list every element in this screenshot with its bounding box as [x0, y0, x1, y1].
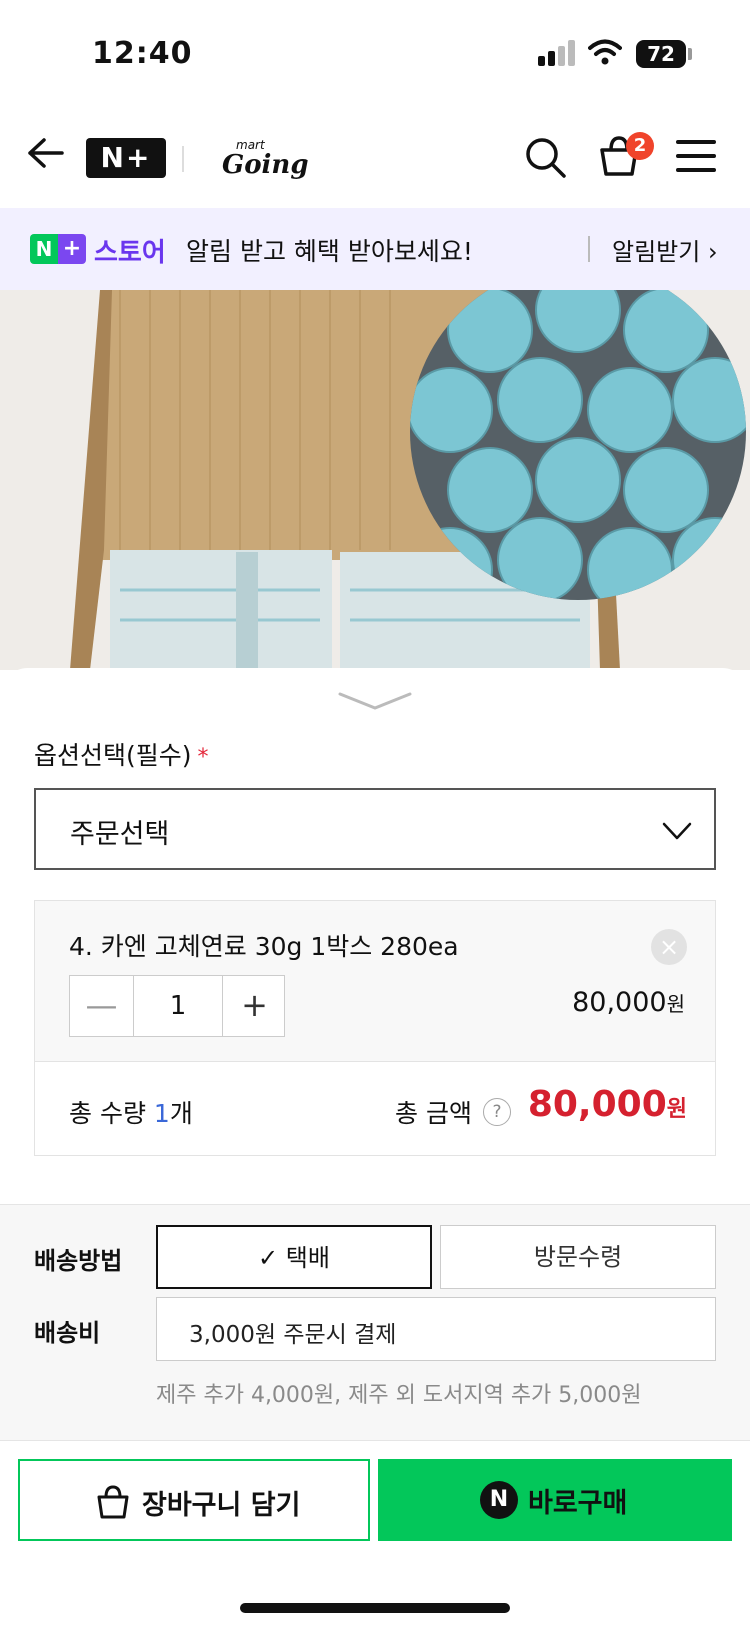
- total-amount-label: 총 금액: [395, 1099, 472, 1128]
- add-to-cart-button[interactable]: 장바구니 담기: [18, 1459, 370, 1541]
- nplus-badge-plus: +: [58, 234, 86, 264]
- delivery-section: 배송방법 ✓ 택배 방문수령 배송비 3,000원 주문시 결제 제주 추가 4…: [0, 1204, 750, 1440]
- option-label-text: 옵션선택(필수): [34, 741, 192, 770]
- battery-tip: [688, 48, 692, 60]
- option-price: 80,000원: [572, 987, 685, 1018]
- battery-icon: 72: [636, 40, 686, 68]
- delivery-fee-box: 3,000원 주문시 결제: [156, 1297, 716, 1361]
- total-quantity: 총 수량 1개: [69, 1094, 193, 1130]
- delivery-method-parcel[interactable]: ✓ 택배: [156, 1225, 432, 1289]
- buy-now-button[interactable]: N 바로구매: [378, 1459, 732, 1541]
- option-label: 옵션선택(필수) *: [34, 736, 209, 772]
- option-select-value: 주문선택: [70, 819, 170, 850]
- nplus-badge-n: N: [30, 234, 58, 264]
- total-amount-value: 80,000: [527, 1084, 667, 1125]
- store-logo-text: Going: [222, 150, 309, 180]
- delivery-method-label: 배송방법: [34, 1247, 123, 1275]
- home-indicator[interactable]: [240, 1603, 510, 1613]
- app-header: N+ mart Going 2: [0, 110, 750, 208]
- naver-pay-icon: N: [480, 1481, 518, 1519]
- header-divider: [182, 146, 184, 172]
- shopping-bag-icon: [97, 1485, 129, 1519]
- buy-now-label: 바로구매: [528, 1488, 628, 1519]
- option-sheet: 옵션선택(필수) * 주문선택 4. 카엔 고체연료 30g 1박스 280ea …: [0, 668, 750, 1188]
- wifi-icon: [588, 39, 622, 65]
- order-total-row: 총 수량 1개 총 금액 ? 80,000원: [35, 1061, 715, 1155]
- quantity-stepper: — 1 +: [69, 975, 285, 1037]
- selected-option-name: 4. 카엔 고체연료 30g 1박스 280ea: [69, 932, 459, 961]
- back-arrow-icon[interactable]: [24, 132, 66, 174]
- quantity-value[interactable]: 1: [134, 976, 222, 1036]
- delivery-fee-value: 3,000원 주문시 결제: [189, 1322, 397, 1348]
- hamburger-menu-icon[interactable]: [676, 140, 716, 172]
- nplus-badge-icon: N +: [30, 234, 86, 264]
- increase-quantity-button[interactable]: +: [222, 976, 286, 1036]
- selected-option-card: 4. 카엔 고체연료 30g 1박스 280ea × — 1 + 80,000원…: [34, 900, 716, 1156]
- nplus-logo[interactable]: N+: [86, 138, 166, 178]
- store-word: 스토어: [94, 238, 166, 268]
- add-to-cart-label: 장바구니 담기: [142, 1490, 301, 1521]
- bottom-action-bar: 장바구니 담기 N 바로구매: [0, 1440, 750, 1626]
- subscribe-alert-link[interactable]: 알림받기 ›: [612, 232, 718, 267]
- decrease-quantity-button[interactable]: —: [70, 976, 134, 1036]
- promo-divider: [588, 236, 590, 262]
- search-icon[interactable]: [522, 134, 568, 180]
- chevron-down-icon: [662, 822, 692, 840]
- status-bar: 12:40 72: [0, 0, 750, 110]
- total-amount-unit: 원: [666, 1097, 687, 1122]
- total-quantity-value: 1: [153, 1099, 170, 1128]
- delivery-method-pickup[interactable]: 방문수령: [440, 1225, 716, 1289]
- cart-count-badge: 2: [626, 132, 654, 160]
- notification-promo-bar: N + 스토어 알림 받고 혜택 받아보세요! 알림받기 ›: [0, 208, 750, 290]
- remove-option-button[interactable]: ×: [651, 929, 687, 965]
- delivery-fee-note: 제주 추가 4,000원, 제주 외 도서지역 추가 5,000원: [156, 1383, 642, 1408]
- total-quantity-label: 총 수량: [69, 1099, 146, 1128]
- option-select[interactable]: 주문선택: [34, 788, 716, 870]
- option-price-unit: 원: [666, 992, 685, 1016]
- product-photo: [0, 290, 750, 670]
- required-mark: *: [197, 745, 209, 770]
- help-icon[interactable]: ?: [483, 1098, 511, 1126]
- status-time: 12:40: [92, 36, 193, 71]
- store-logo[interactable]: mart Going: [222, 138, 309, 182]
- total-amount: 80,000원: [528, 1084, 687, 1125]
- delivery-fee-label: 배송비: [34, 1319, 101, 1347]
- product-image: [0, 290, 750, 670]
- total-quantity-unit: 개: [169, 1099, 193, 1128]
- option-price-value: 80,000: [572, 987, 667, 1018]
- promo-message: 알림 받고 혜택 받아보세요!: [186, 237, 473, 266]
- cellular-signal-icon: [538, 40, 578, 66]
- collapse-chevron-icon[interactable]: [336, 688, 414, 714]
